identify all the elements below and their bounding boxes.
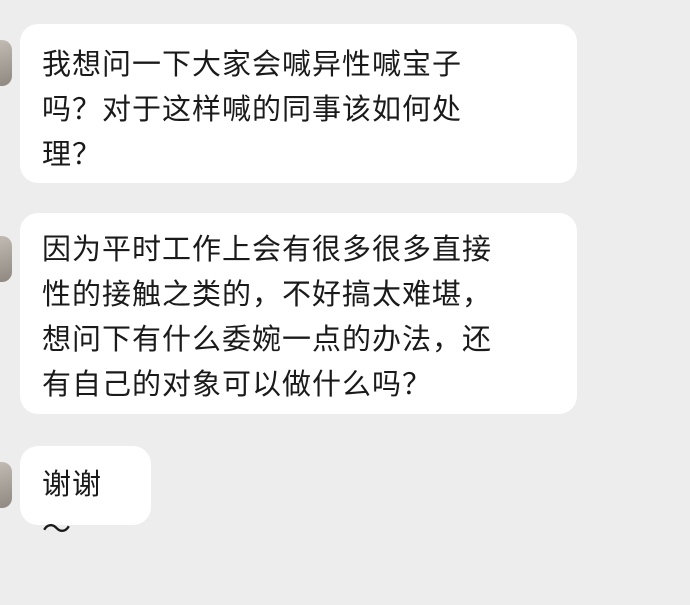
sender-avatar[interactable] xyxy=(0,462,12,508)
message-bubble[interactable]: 我想问一下大家会喊异性喊宝子 吗？对于这样喊的同事该如何处 理？ xyxy=(20,24,577,183)
message-text: 我想问一下大家会喊异性喊宝子 吗？对于这样喊的同事该如何处 理？ xyxy=(42,47,463,171)
message-bubble[interactable]: 因为平时工作上会有很多很多直接 性的接触之类的，不好搞太难堪， 想问下有什么委婉… xyxy=(20,213,577,414)
message-bubble[interactable]: 谢谢～ xyxy=(20,446,151,546)
chat-area: 我想问一下大家会喊异性喊宝子 吗？对于这样喊的同事该如何处 理？ 因为平时工作上… xyxy=(0,0,690,605)
sender-avatar[interactable] xyxy=(0,40,12,86)
message-text: 谢谢～ xyxy=(42,467,103,546)
sender-avatar[interactable] xyxy=(0,236,12,282)
message-text: 因为平时工作上会有很多很多直接 性的接触之类的，不好搞太难堪， 想问下有什么委婉… xyxy=(42,232,493,401)
